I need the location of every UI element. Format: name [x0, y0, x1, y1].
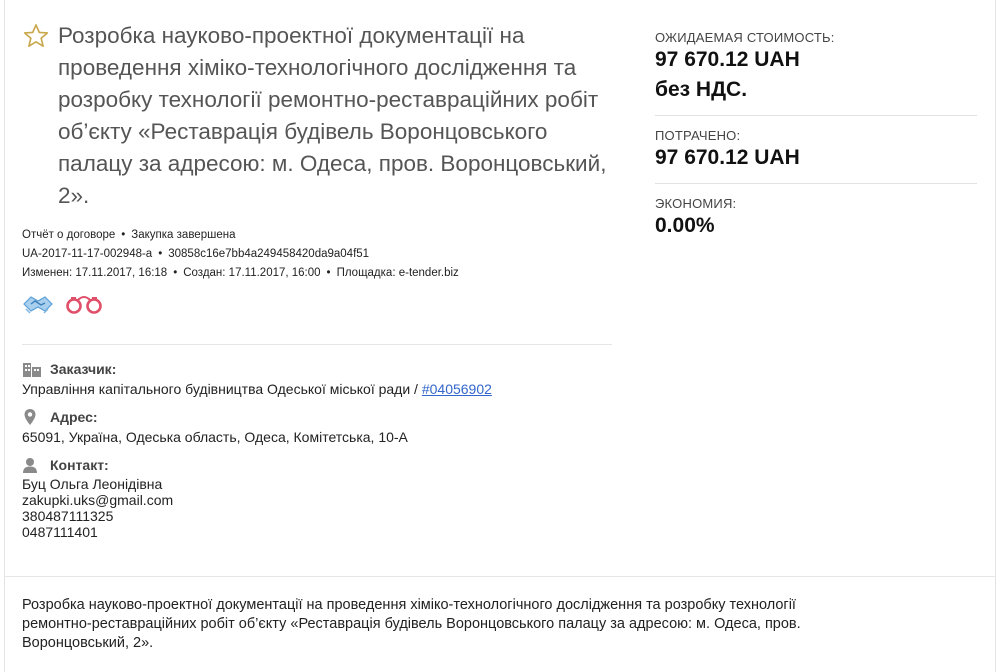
expected-cost-label: ОЖИДАЕМАЯ СТОИМОСТЬ:	[655, 30, 835, 45]
meta-line-1: Отчёт о договоре • Закупка завершена	[22, 229, 236, 241]
handcuffs-icon[interactable]	[64, 292, 104, 316]
customer-name: Управління капітального будівництва Одес…	[22, 381, 418, 397]
contact-label: Контакт:	[50, 457, 109, 473]
spent-value: 97 670.12 UAH	[655, 146, 800, 169]
spent-label: ПОТРАЧЕНО:	[655, 128, 741, 143]
address-section: Адрес: 65091, Україна, Одеська область, …	[22, 406, 614, 446]
economy-value: 0.00%	[655, 214, 715, 237]
customer-value: Управління капітального будівництва Одес…	[22, 380, 614, 398]
meta-line-3: Изменен: 17.11.2017, 16:18 • Создан: 17.11…	[22, 267, 459, 279]
tender-meta: Отчёт о договоре • Закупка завершена UA-20…	[22, 226, 614, 283]
contact-phone-1: 380487111325	[22, 508, 114, 524]
address-value: 65091, Україна, Одеська область, Одеса, …	[22, 429, 408, 445]
tender-header: Розробка науково-проектної документації …	[22, 20, 614, 317]
report-link[interactable]: Отчёт о договоре	[22, 229, 115, 241]
contact-section: Контакт: Буц Ольга Леонідівна zakupki.uk…	[22, 454, 614, 540]
spent: ПОТРАЧЕНО: 97 670.12 UAH	[655, 128, 977, 183]
party-info: Заказчик: Управління капітального будівн…	[22, 358, 614, 548]
star-icon[interactable]	[22, 22, 50, 50]
tender-id: UA-2017-11-17-002948-a	[22, 248, 153, 260]
location-pin-icon	[24, 409, 36, 425]
meta-line-2: UA-2017-11-17-002948-a • 30858c16e7bb4a249…	[22, 248, 370, 260]
tender-hash: 30858c16e7bb4a249458420da9a04f51	[168, 248, 370, 260]
economy-label: ЭКОНОМИЯ:	[655, 196, 737, 211]
status-text: Закупка завершена	[131, 229, 236, 241]
header-divider	[22, 344, 612, 345]
customer-label: Заказчик:	[50, 361, 117, 377]
address-label: Адрес:	[50, 409, 98, 425]
modified-date: Изменен: 17.11.2017, 16:18	[22, 267, 168, 279]
customer-code-link[interactable]: #04056902	[422, 381, 492, 397]
tender-title: Розробка науково-проектної документації …	[58, 23, 607, 208]
contact-email: zakupki.uks@gmail.com	[22, 492, 174, 508]
contact-name: Буц Ольга Леонідівна	[22, 476, 163, 492]
description-divider	[4, 576, 996, 577]
building-icon	[23, 363, 41, 377]
expected-cost-vat: без НДС.	[655, 78, 748, 101]
person-icon	[23, 458, 37, 473]
title-row: Розробка науково-проектної документації …	[22, 20, 614, 212]
badge-icons	[22, 291, 614, 317]
stats-divider-1	[655, 115, 977, 116]
platform-text: Площадка: e-tender.biz	[336, 267, 459, 279]
contact-phone-2: 0487111401	[22, 524, 98, 540]
handshake-icon[interactable]	[22, 293, 54, 315]
expected-cost: ОЖИДАЕМАЯ СТОИМОСТЬ: 97 670.12 UAH без Н…	[655, 30, 977, 115]
stats-divider-2	[655, 183, 977, 184]
created-date: Создан: 17.11.2017, 16:00	[183, 267, 321, 279]
economy: ЭКОНОМИЯ: 0.00%	[655, 196, 977, 251]
customer-section: Заказчик: Управління капітального будівн…	[22, 358, 614, 398]
stats-panel: ОЖИДАЕМАЯ СТОИМОСТЬ: 97 670.12 UAH без Н…	[655, 30, 977, 251]
expected-cost-value: 97 670.12 UAH	[655, 48, 800, 71]
tender-description: Розробка науково-проектної документації …	[22, 597, 801, 651]
